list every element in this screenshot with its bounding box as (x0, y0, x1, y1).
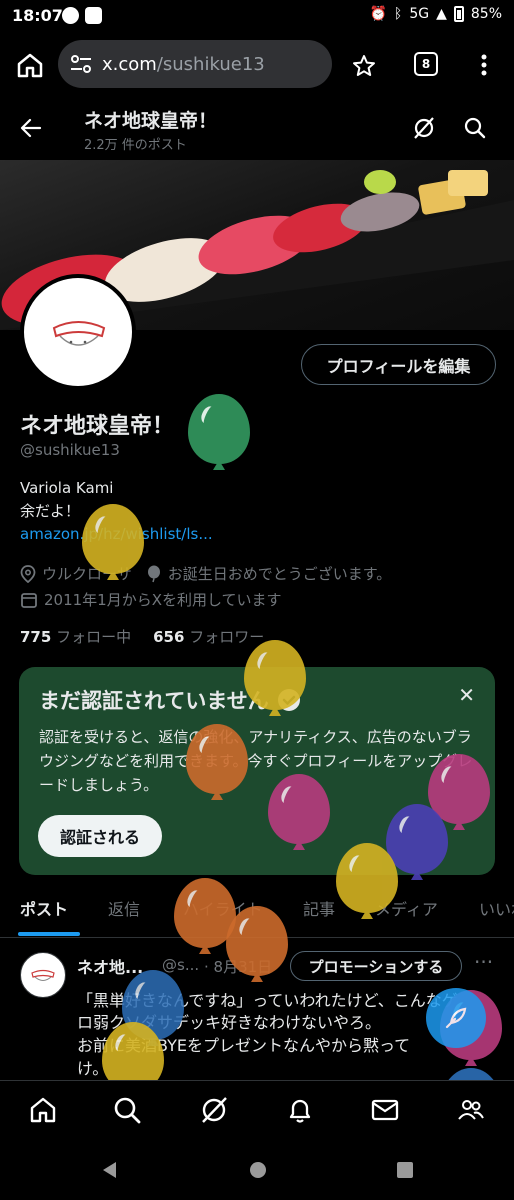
grok-icon[interactable] (199, 1095, 229, 1125)
birthday-text: お誕生日おめでとうございます。 (167, 565, 392, 583)
post-avatar[interactable] (20, 952, 66, 998)
post-text-line-2: ロ弱クソダサデッキ好きなわけないやろ。 (77, 1013, 382, 1032)
tab-switcher-button[interactable]: 8 (414, 52, 438, 76)
more-menu-icon[interactable] (480, 53, 488, 77)
balloon-birthday-icon (147, 565, 160, 582)
profile-tabs: ポスト 返信 ハイライト 記事 メディア いいね (0, 882, 514, 938)
back-arrow-icon[interactable] (20, 118, 42, 138)
balloon-decoration (188, 394, 250, 482)
followers-link[interactable]: 656 フォロワー (153, 626, 264, 647)
sushi-avatar-icon (31, 969, 55, 981)
tab-highlights[interactable]: ハイライト (183, 896, 263, 920)
bluetooth-icon: ᛒ (393, 6, 403, 22)
close-icon[interactable]: ✕ (458, 683, 475, 707)
post-more-icon[interactable]: ··· (474, 950, 493, 974)
url-host: x.com (102, 53, 157, 75)
followers-count: 656 (153, 628, 185, 646)
sushi-avatar-icon (52, 321, 106, 346)
grok-icon[interactable] (412, 116, 436, 140)
joined-text: 2011年1月からXを利用しています (44, 591, 282, 609)
verification-card-body: 認証を受けると、返信の強化、アナリティクス、広告のないブラウジングなどを利用でき… (39, 728, 473, 794)
calendar-icon (21, 592, 37, 608)
location-text: ウルクローサ (42, 565, 132, 583)
communities-icon[interactable] (456, 1095, 486, 1125)
profile-link[interactable]: amazon.jp/hz/wishlist/ls... (20, 525, 213, 543)
compose-button[interactable] (426, 988, 486, 1048)
search-icon[interactable] (112, 1095, 142, 1125)
status-time: 18:07 (12, 6, 63, 25)
site-settings-icon[interactable] (70, 55, 92, 73)
network-label: 5G (409, 6, 430, 22)
post-date[interactable]: · 8月31日 (204, 956, 272, 977)
following-link[interactable]: 775 フォロー中 (20, 626, 131, 647)
messages-envelope-icon[interactable] (370, 1095, 400, 1125)
alarm-icon: ⏰ (369, 6, 387, 22)
home-icon[interactable] (28, 1095, 58, 1125)
tab-media[interactable]: メディア (375, 896, 438, 920)
post-text-line-4: け。 (77, 1059, 109, 1078)
promote-button[interactable]: プロモーションする (290, 951, 462, 981)
post-author-name[interactable]: ネオ地... (77, 954, 143, 978)
post-text-line-3: お前に美酒BYEをプレゼントなんやから黙って (77, 1036, 411, 1055)
tab-articles[interactable]: 記事 (303, 896, 335, 920)
bio-line-2: 余だよ！ (20, 502, 81, 520)
battery-icon (453, 6, 464, 22)
battery-percent: 85% (470, 6, 502, 22)
tab-posts[interactable]: ポスト (20, 896, 68, 920)
spotify-icon (62, 7, 79, 24)
post-author-handle: @s... (162, 956, 200, 974)
status-bar: 18:07 ⏰ ᛒ 5G ▲ 85% (0, 0, 514, 34)
tab-replies[interactable]: 返信 (108, 896, 140, 920)
verified-badge-icon (277, 689, 300, 711)
notifications-bell-icon[interactable] (285, 1095, 315, 1125)
profile-meta-row-2: 2011年1月からXを利用しています (20, 589, 282, 610)
following-label: フォロー中 (56, 628, 132, 646)
verification-card-title-row: まだ認証されていません (39, 685, 301, 715)
address-bar[interactable]: x.com/sushikue13 (58, 40, 332, 88)
recents-square-icon[interactable] (396, 1161, 414, 1179)
bio-line-1: Variola Kami (20, 479, 114, 497)
follow-stats: 775 フォロー中 656 フォロワー (20, 626, 264, 647)
profile-name: ネオ地球皇帝！ (20, 414, 175, 439)
profile-avatar[interactable] (20, 274, 136, 390)
car-icon (85, 7, 102, 24)
profile-header-bar: ネオ地球皇帝！ 2.2万 件のポスト (0, 96, 514, 160)
followers-label: フォロワー (189, 628, 265, 646)
get-verified-button[interactable]: 認証される (38, 815, 162, 857)
search-icon[interactable] (463, 116, 487, 140)
profile-meta-row-1: ウルクローサ お誕生日おめでとうございます。 (20, 563, 391, 584)
active-tab-indicator (18, 932, 80, 936)
home-circle-icon[interactable] (248, 1160, 268, 1180)
url-path: /sushikue13 (156, 53, 265, 75)
compose-feather-icon (445, 1007, 467, 1029)
android-navigation-bar (0, 1140, 514, 1200)
header-title: ネオ地球皇帝！ (84, 110, 218, 132)
header-post-count: 2.2万 件のポスト (84, 138, 187, 153)
tab-likes[interactable]: いいね (479, 896, 514, 920)
profile-handle: @sushikue13 (20, 441, 120, 459)
home-icon[interactable] (16, 52, 44, 78)
signal-icon: ▲ (436, 6, 447, 22)
post-text-line-1: 「黒単好きなんですね」っていわれたけど、こんなゲ (77, 991, 458, 1010)
edit-profile-button[interactable]: プロフィールを編集 (301, 344, 496, 385)
verification-card: まだ認証されていません ✕ 認証を受けると、返信の強化、アナリティクス、広告のな… (19, 667, 495, 875)
bookmark-star-icon[interactable] (352, 54, 376, 78)
verification-card-title: まだ認証されていません (39, 689, 269, 713)
browser-toolbar: x.com/sushikue13 8 (0, 34, 514, 96)
following-count: 775 (20, 628, 52, 646)
location-icon (20, 564, 36, 583)
back-triangle-icon[interactable] (100, 1160, 118, 1180)
bottom-navigation (0, 1080, 514, 1140)
